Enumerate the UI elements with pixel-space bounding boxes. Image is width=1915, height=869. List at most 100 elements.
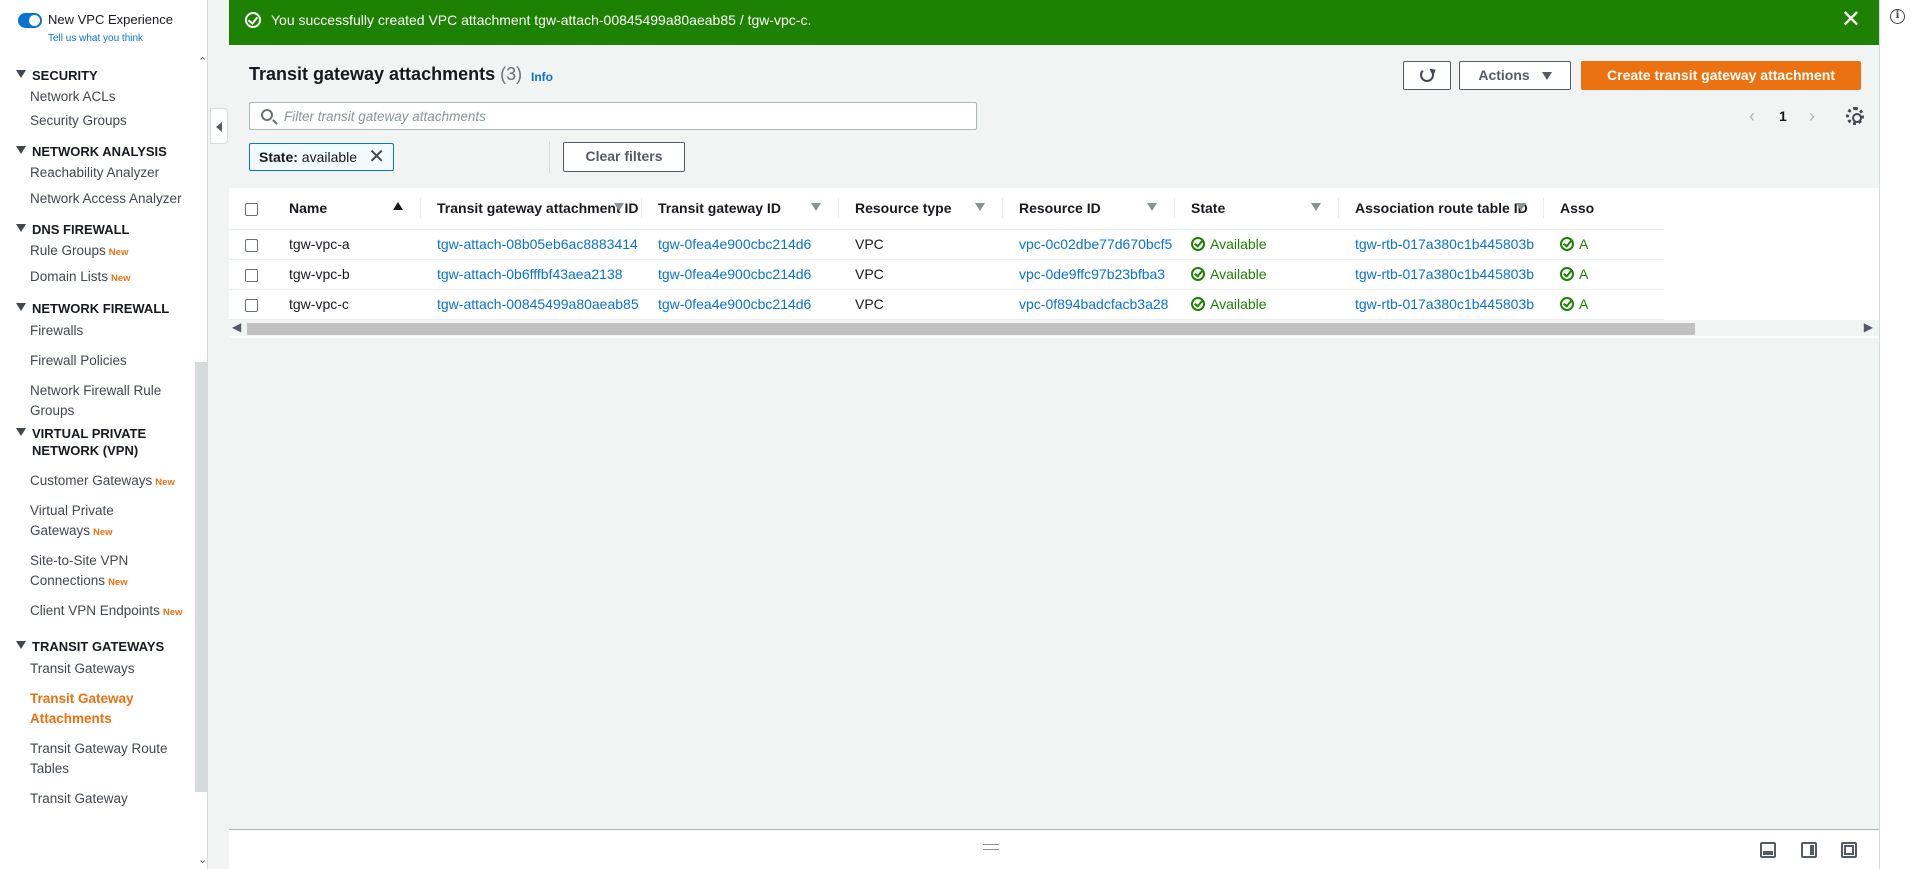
column-header-state[interactable]: State: [1175, 188, 1339, 230]
filter-input[interactable]: [284, 106, 964, 126]
sidebar-scrollbar[interactable]: [195, 52, 207, 869]
info-link[interactable]: Info: [531, 70, 553, 84]
cell-resource-id[interactable]: vpc-0f894badcfacb3a28: [1003, 289, 1175, 320]
create-attachment-button[interactable]: Create transit gateway attachment: [1581, 61, 1861, 90]
cell-route-table[interactable]: tgw-rtb-017a380c1b445803b: [1339, 289, 1544, 320]
column-header-attachment-id[interactable]: Transit gateway attachment ID: [421, 188, 642, 230]
cell-attachment-id[interactable]: tgw-attach-08b05eb6ac8883414: [421, 229, 642, 260]
sidebar-item-security-groups[interactable]: Security Groups: [30, 111, 188, 131]
cell-tgw-id[interactable]: tgw-0fea4e900cbc214d6: [642, 229, 839, 260]
previous-page-button[interactable]: ‹: [1749, 106, 1755, 127]
sidebar-item-domain-lists[interactable]: Domain Lists New: [30, 267, 188, 289]
column-header-resource-id[interactable]: Resource ID: [1003, 188, 1175, 230]
resize-handle-icon[interactable]: [983, 844, 999, 850]
caret-down-icon: [16, 428, 26, 436]
info-icon[interactable]: i: [1890, 9, 1905, 24]
current-page[interactable]: 1: [1779, 108, 1787, 124]
section-network-analysis-header[interactable]: NETWORK ANALYSIS: [16, 143, 176, 160]
close-icon[interactable]: ✕: [1841, 8, 1861, 32]
sidebar-item-transit-gateway-more[interactable]: Transit Gateway: [30, 789, 188, 809]
cell-route-table[interactable]: tgw-rtb-017a380c1b445803b: [1339, 229, 1544, 260]
next-page-button[interactable]: ›: [1809, 106, 1815, 127]
refresh-button[interactable]: [1403, 61, 1451, 90]
sidebar-item-virtual-private-gateways[interactable]: Virtual Private Gateways New: [30, 501, 188, 543]
sidebar-item-network-access-analyzer[interactable]: Network Access Analyzer: [30, 189, 188, 209]
row-select: [229, 289, 273, 320]
panel-full-icon[interactable]: [1841, 842, 1857, 858]
sort-icon[interactable]: [1311, 203, 1321, 211]
sort-icon[interactable]: [614, 203, 624, 211]
column-header-name[interactable]: Name: [273, 188, 421, 230]
settings-gear-icon[interactable]: [1846, 107, 1864, 125]
collapse-sidebar-button[interactable]: [210, 108, 228, 144]
feedback-link[interactable]: Tell us what you think: [48, 33, 143, 44]
cell-route-table[interactable]: tgw-rtb-017a380c1b445803b: [1339, 259, 1544, 290]
scroll-right-icon[interactable]: ▶: [1864, 320, 1873, 334]
clear-filters-button[interactable]: Clear filters: [563, 142, 685, 172]
remove-filter-icon[interactable]: ✕: [368, 144, 385, 170]
sort-icon[interactable]: [1147, 203, 1157, 211]
row-checkbox[interactable]: [245, 238, 258, 252]
sidebar-item-site-to-site-vpn[interactable]: Site-to-Site VPN Connections New: [30, 551, 188, 593]
new-badge: New: [108, 247, 129, 258]
cell-resource-id[interactable]: vpc-0de9ffc97b23bfba3: [1003, 259, 1175, 290]
cell-resource-id[interactable]: vpc-0c02dbe77d670bcf5: [1003, 229, 1175, 260]
sort-icon[interactable]: [811, 203, 821, 211]
sidebar-item-firewall-policies[interactable]: Firewall Policies: [30, 351, 188, 371]
sidebar-scrollbar-thumb[interactable]: [195, 362, 207, 792]
scroll-up-icon[interactable]: ⌃: [198, 55, 207, 68]
new-badge: New: [108, 577, 128, 588]
sidebar-item-customer-gateways[interactable]: Customer Gateways New: [30, 471, 188, 493]
column-header-resource-type[interactable]: Resource type: [839, 188, 1003, 230]
sidebar-item-network-acls[interactable]: Network ACLs: [30, 87, 188, 107]
column-header-tgw-id[interactable]: Transit gateway ID: [642, 188, 839, 230]
section-security-header[interactable]: SECURITY: [16, 67, 176, 84]
sidebar-item-transit-gateway-route-tables[interactable]: Transit Gateway Route Tables: [30, 739, 188, 779]
caret-down-icon: [16, 146, 26, 154]
status-available-icon: [1560, 267, 1574, 282]
sort-icon[interactable]: [975, 203, 985, 211]
split-panel-bar: [229, 829, 1879, 869]
success-check-icon: [245, 12, 261, 28]
row-select: [229, 259, 273, 290]
section-vpn-header[interactable]: VIRTUAL PRIVATE NETWORK (VPN): [16, 425, 176, 459]
table-row[interactable]: tgw-vpc-c tgw-attach-00845499a80aeab85 t…: [229, 289, 1664, 320]
sidebar-item-transit-gateway-attachments[interactable]: Transit Gateway Attachments: [30, 689, 188, 729]
table-horizontal-scrollbar[interactable]: ◀ ▶: [229, 320, 1879, 336]
sidebar-item-rule-groups[interactable]: Rule Groups New: [30, 241, 188, 263]
column-header-association[interactable]: Asso: [1544, 188, 1664, 230]
sort-icon[interactable]: [1516, 203, 1526, 211]
sidebar-item-reachability-analyzer[interactable]: Reachability Analyzer: [30, 163, 188, 183]
scroll-down-icon[interactable]: ⌄: [198, 853, 207, 866]
sidebar-item-network-firewall-rule-groups[interactable]: Network Firewall Rule Groups: [30, 381, 188, 421]
cell-tgw-id[interactable]: tgw-0fea4e900cbc214d6: [642, 259, 839, 290]
cell-tgw-id[interactable]: tgw-0fea4e900cbc214d6: [642, 289, 839, 320]
table-row[interactable]: tgw-vpc-a tgw-attach-08b05eb6ac8883414 t…: [229, 229, 1664, 260]
section-network-firewall-header[interactable]: NETWORK FIREWALL: [16, 300, 176, 317]
refresh-icon: [1420, 68, 1434, 82]
cell-state: Available: [1175, 289, 1339, 320]
caret-down-icon: [16, 303, 26, 311]
cell-attachment-id[interactable]: tgw-attach-0b6fffbf43aea2138: [421, 259, 642, 290]
sidebar-item-transit-gateways[interactable]: Transit Gateways: [30, 659, 188, 679]
sidebar-item-client-vpn-endpoints[interactable]: Client VPN Endpoints New: [30, 601, 188, 623]
row-select: [229, 229, 273, 260]
sidebar-item-firewalls[interactable]: Firewalls: [30, 321, 188, 341]
select-all-checkbox[interactable]: [245, 203, 258, 217]
horizontal-scrollbar-thumb[interactable]: [247, 323, 1695, 335]
section-transit-gateways-header[interactable]: TRANSIT GATEWAYS: [16, 638, 176, 655]
table-row[interactable]: tgw-vpc-b tgw-attach-0b6fffbf43aea2138 t…: [229, 259, 1664, 290]
new-vpc-experience-toggle[interactable]: [18, 13, 42, 28]
column-header-route-table[interactable]: Association route table ID: [1339, 188, 1544, 230]
scroll-left-icon[interactable]: ◀: [232, 320, 241, 334]
cell-attachment-id[interactable]: tgw-attach-00845499a80aeab85: [421, 289, 642, 320]
new-badge: New: [111, 273, 131, 284]
sort-ascending-icon[interactable]: [393, 202, 403, 210]
panel-side-icon[interactable]: [1801, 842, 1817, 858]
row-checkbox[interactable]: [245, 268, 258, 282]
status-available-icon: [1191, 237, 1205, 252]
section-dns-firewall-header[interactable]: DNS FIREWALL: [16, 221, 176, 238]
panel-bottom-icon[interactable]: [1760, 842, 1776, 858]
row-checkbox[interactable]: [245, 298, 258, 312]
actions-button[interactable]: Actions: [1459, 61, 1571, 90]
